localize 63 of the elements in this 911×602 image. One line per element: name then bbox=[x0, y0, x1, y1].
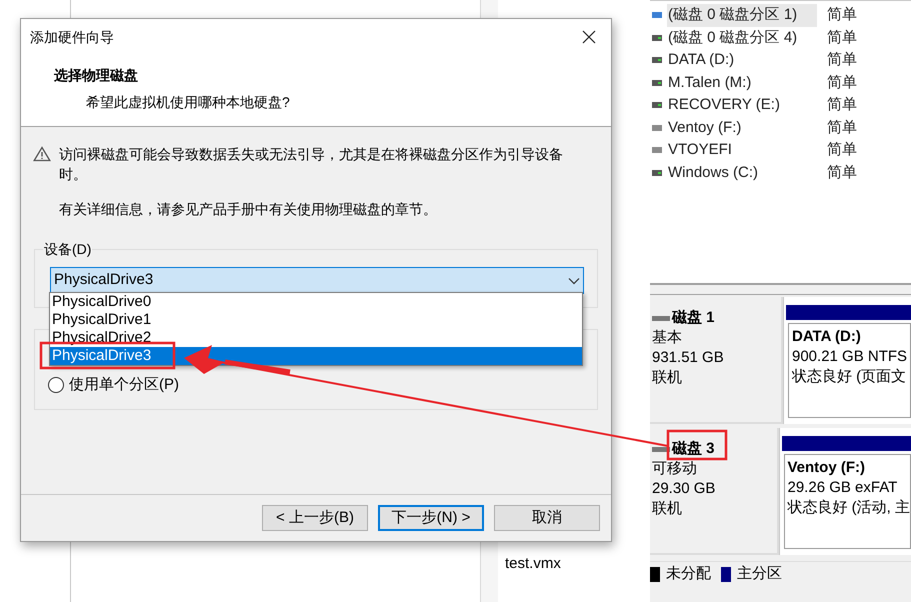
radio-label: 使用单个分区(P) bbox=[69, 375, 179, 395]
layout-cell-text: 简单 bbox=[827, 118, 857, 138]
layout-cell-text: 简单 bbox=[827, 162, 857, 182]
partition-name: DATA (D:) bbox=[792, 327, 862, 347]
volume-name[interactable]: Windows (C:) bbox=[667, 162, 817, 184]
drive-icon bbox=[652, 147, 662, 154]
file-name: test.vmx bbox=[505, 554, 561, 574]
partition-name: Ventoy (F:) bbox=[788, 458, 866, 478]
dropdown-option[interactable]: PhysicalDrive2 bbox=[50, 329, 582, 347]
close-icon bbox=[582, 30, 596, 44]
disk-name: 磁盘 3 bbox=[672, 439, 715, 459]
drive-icon bbox=[652, 57, 662, 64]
partition-size: 29.26 GB exFAT bbox=[788, 478, 898, 498]
warning-text: 访问裸磁盘可能会导致数据丢失或无法引导，尤其是在将裸磁盘分区作为引导设备时。 bbox=[59, 145, 564, 184]
partition-size: 900.21 GB NTFS bbox=[792, 347, 908, 367]
layout-cell-text: 简单 bbox=[827, 72, 857, 92]
drive-icon bbox=[652, 80, 662, 86]
device-dropdown[interactable]: PhysicalDrive3 bbox=[50, 267, 584, 294]
drive-icon bbox=[652, 12, 662, 18]
legend-label: 未分配 bbox=[666, 564, 711, 584]
disk-name: 磁盘 1 bbox=[672, 308, 715, 328]
layout-cell-text: 简单 bbox=[827, 50, 857, 70]
dialog-button[interactable]: 取消 bbox=[494, 505, 600, 531]
page-subheading: 希望此虚拟机使用哪种本地硬盘? bbox=[85, 93, 291, 112]
volume-name[interactable]: DATA (D:) bbox=[667, 49, 817, 72]
drive-icon bbox=[652, 34, 662, 41]
drive-icon bbox=[652, 124, 662, 131]
highlight-frame bbox=[666, 430, 728, 460]
dropdown-option[interactable]: PhysicalDrive0 bbox=[50, 293, 582, 311]
layout-cell-text: 简单 bbox=[827, 95, 857, 115]
partition-state: 状态良好 (页面文 bbox=[792, 367, 908, 387]
partition-block[interactable]: Ventoy (F:) 29.26 GB exFAT 状态良好 (活动, 主 bbox=[778, 428, 911, 555]
volume-name[interactable]: VTOYEFI bbox=[667, 139, 817, 162]
window-title: 添加硬件向导 bbox=[30, 28, 114, 46]
volume-name[interactable]: Ventoy (F:) bbox=[667, 116, 817, 139]
dialog-button[interactable]: < 上一步(B) bbox=[262, 505, 368, 531]
disk-size: 29.30 GB bbox=[652, 479, 716, 499]
layout-cell-text: 简单 bbox=[827, 5, 857, 25]
legend-label: 主分区 bbox=[737, 564, 782, 584]
layout-cell-text: 简单 bbox=[827, 140, 857, 160]
partition-state: 状态良好 (活动, 主 bbox=[788, 498, 910, 518]
disk-size: 931.51 GB bbox=[652, 348, 725, 368]
dropdown-option[interactable]: PhysicalDrive3 bbox=[50, 347, 582, 365]
group-label: 设备(D) bbox=[43, 240, 92, 258]
chevron-down-icon bbox=[568, 276, 580, 284]
volume-name[interactable]: (磁盘 0 磁盘分区 4) bbox=[667, 26, 817, 49]
page-heading: 选择物理磁盘 bbox=[54, 66, 139, 85]
dialog-button[interactable]: 下一步(N) > bbox=[378, 505, 484, 531]
radio-button[interactable] bbox=[48, 377, 64, 394]
disk-type: 基本 bbox=[652, 328, 683, 348]
partition-block[interactable]: DATA (D:) 900.21 GB NTFS 状态良好 (页面文 bbox=[783, 297, 911, 424]
info-text: 有关详细信息，请参见产品手册中有关使用物理磁盘的章节。 bbox=[58, 200, 438, 219]
disk-status: 联机 bbox=[652, 368, 683, 388]
drive-icon bbox=[652, 102, 662, 108]
disk-type: 可移动 bbox=[652, 459, 698, 479]
volume-name[interactable]: (磁盘 0 磁盘分区 1) bbox=[667, 4, 817, 26]
disk-status: 联机 bbox=[652, 499, 683, 519]
drive-icon bbox=[652, 170, 662, 176]
layout-cell-text: 简单 bbox=[827, 28, 857, 48]
dropdown-option[interactable]: PhysicalDrive1 bbox=[50, 311, 582, 329]
volume-name[interactable]: RECOVERY (E:) bbox=[667, 94, 817, 116]
warning-icon bbox=[33, 146, 51, 162]
volume-name[interactable]: M.Talen (M:) bbox=[667, 72, 817, 94]
